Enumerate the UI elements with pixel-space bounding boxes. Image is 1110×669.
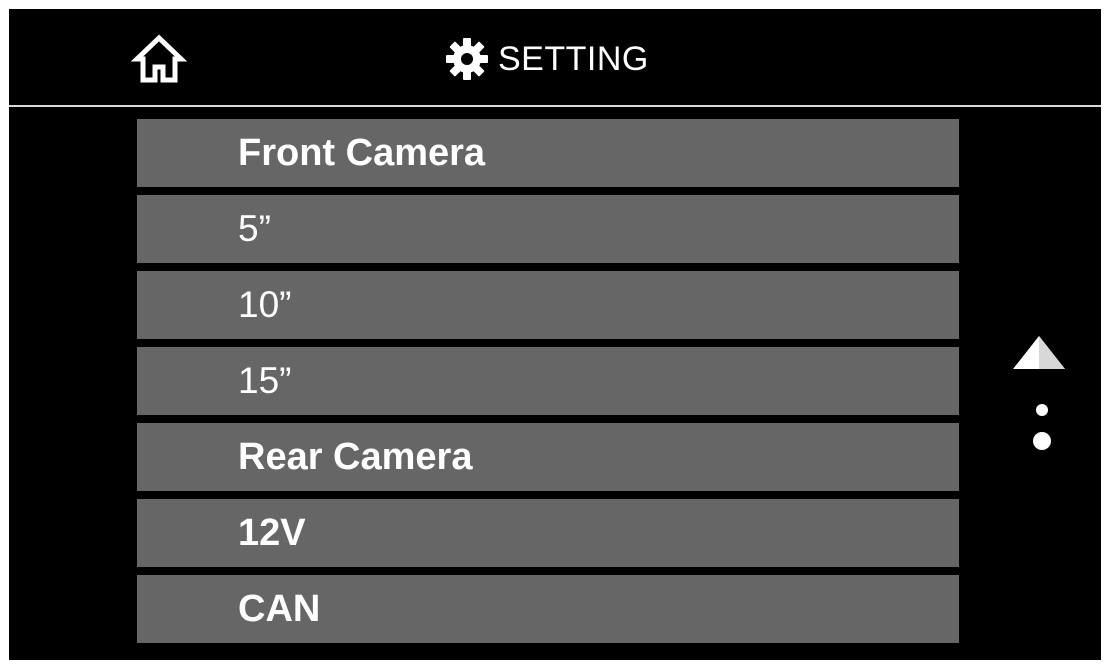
list-item-label: Rear Camera [238, 435, 473, 478]
page-dot-active [1033, 432, 1051, 450]
list-item-label: 12V [238, 511, 306, 554]
header-bar: SETTING [9, 9, 1101, 105]
list-item-15-inch[interactable]: 15” [137, 347, 959, 415]
list-item-label: 5” [238, 208, 271, 249]
triangle-up-icon [1013, 336, 1065, 369]
list-item-label: Front Camera [238, 131, 486, 174]
list-item-5-inch[interactable]: 5” [137, 195, 959, 263]
page-indicator [1032, 404, 1052, 464]
home-button[interactable] [130, 31, 188, 87]
list-item-rear-camera[interactable]: Rear Camera [137, 423, 959, 491]
setting-screen: SETTING Front Camera 5” 10” 15” Rear Cam… [9, 9, 1101, 660]
list-item-label: 10” [238, 284, 292, 325]
settings-list: Front Camera 5” 10” 15” Rear Camera 12V … [137, 119, 959, 651]
list-item-can[interactable]: CAN [137, 575, 959, 643]
list-item-label: CAN [238, 587, 321, 630]
page-dot [1036, 404, 1048, 416]
home-icon [130, 34, 188, 83]
page-title-text: SETTING [498, 39, 649, 78]
scroll-up-button[interactable] [1012, 335, 1066, 371]
list-item-12v[interactable]: 12V [137, 499, 959, 567]
gear-icon [446, 38, 488, 80]
list-item-label: 15” [238, 360, 292, 401]
header-divider [9, 105, 1101, 107]
list-item-front-camera[interactable]: Front Camera [137, 119, 959, 187]
page-title: SETTING [444, 33, 649, 85]
list-item-10-inch[interactable]: 10” [137, 271, 959, 339]
